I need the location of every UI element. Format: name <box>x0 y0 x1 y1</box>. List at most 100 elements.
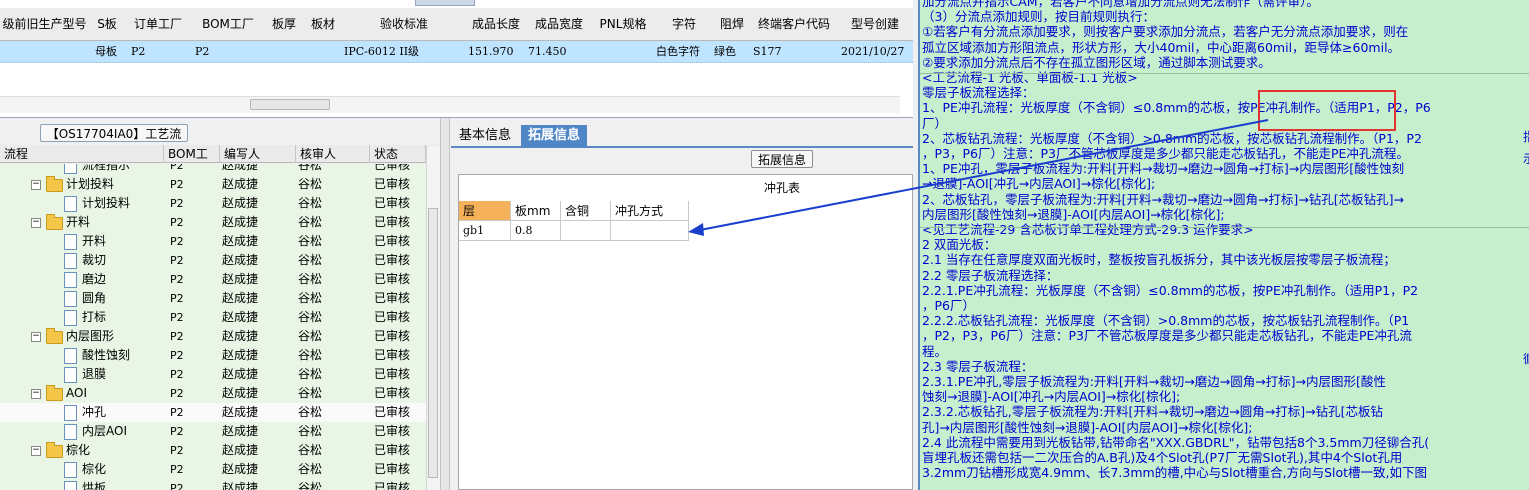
tree-cell-factory: P2 <box>170 254 184 267</box>
document-icon <box>64 253 77 269</box>
instruction-line: 蚀刻→退膜]-AOI[冲孔→内层AOI]→棕化[棕化]; <box>922 389 1181 405</box>
punch-header-method[interactable]: 冲孔方式 <box>611 201 689 221</box>
tree-cell-factory: P2 <box>170 463 184 476</box>
tree-row[interactable]: 开料 P2 赵成捷 谷松 已审核 <box>0 232 426 251</box>
tree-row[interactable]: 计划投料 P2 赵成捷 谷松 已审核 <box>0 194 426 213</box>
instruction-line: 2、芯板钻孔，零层子板流程为:开料[开料→裁切→磨边→圆角→打标]→钻孔[芯板钻… <box>922 191 1405 207</box>
tree-cell-writer: 赵成捷 <box>222 164 259 172</box>
tree-cell-writer: 赵成捷 <box>222 329 259 343</box>
tree-item-label: AOI <box>66 386 87 400</box>
grid-header-s-board[interactable]: S板 <box>89 8 126 41</box>
tree-cell-factory: P2 <box>170 387 184 400</box>
tree-cell-factory: P2 <box>170 292 184 305</box>
grid-horizontal-scrollbar[interactable] <box>0 96 900 113</box>
tree-item-label: 退膜 <box>82 367 107 381</box>
grid-header-pnl[interactable]: PNL规格 <box>591 8 656 41</box>
tab-basic-info[interactable]: 基本信息 <box>453 125 517 147</box>
tree-row[interactable]: − 计划投料 P2 赵成捷 谷松 已审核 <box>0 175 426 194</box>
expand-toggle-icon[interactable]: − <box>31 389 41 399</box>
panel-splitter[interactable] <box>440 118 450 490</box>
tree-cell-writer: 赵成捷 <box>222 272 259 286</box>
grid-header-customer-code[interactable]: 终端客户代码 <box>751 8 838 41</box>
grid-header-bom-factory[interactable]: BOM工厂 <box>191 8 266 41</box>
tree-header-reviewer[interactable]: 核审人 <box>296 145 370 163</box>
tree-row[interactable]: − 棕化 P2 赵成捷 谷松 已审核 <box>0 441 426 460</box>
punch-cell-layer[interactable]: gb1 <box>459 221 511 241</box>
tree-header-flow[interactable]: 流程 <box>0 145 164 163</box>
grid-header-order-factory[interactable]: 订单工厂 <box>125 8 192 41</box>
tree-row[interactable]: 烘板 P2 赵成捷 谷松 已审核 <box>0 479 426 490</box>
tree-row[interactable]: 酸性蚀刻 P2 赵成捷 谷松 已审核 <box>0 346 426 365</box>
instruction-line: ，P2，P3，P6厂）注意：P3厂不管芯板厚度是多少都只能走芯板钻孔，不能走PE… <box>922 328 1412 344</box>
tree-row[interactable]: 裁切 P2 赵成捷 谷松 已审核 <box>0 251 426 270</box>
expand-toggle-icon[interactable]: − <box>31 180 41 190</box>
tree-row[interactable]: − 内层图形 P2 赵成捷 谷松 已审核 <box>0 327 426 346</box>
grid-header-thickness[interactable]: 板厚 <box>265 8 304 41</box>
instruction-line: 2.2.2.芯板钻孔流程：光板厚度（不含铜）>0.8mm的芯板，按芯板钻孔流程制… <box>922 313 1410 329</box>
tree-item-label: 裁切 <box>82 253 107 267</box>
tree-header-bom-factory[interactable]: BOM工厂 <box>164 145 220 179</box>
instruction-line: 2.2.1.PE冲孔流程：光板厚度（不含铜）≤0.8mm的芯板，按PE冲孔制作。… <box>922 282 1419 298</box>
tree-row[interactable]: 内层AOI P2 赵成捷 谷松 已审核 <box>0 422 426 441</box>
tree-cell-reviewer: 谷松 <box>298 164 323 172</box>
tree-cell-factory: P2 <box>170 164 184 172</box>
tree-item-label: 内层AOI <box>82 424 127 438</box>
punch-cell-method[interactable] <box>611 221 689 241</box>
tree-header-status[interactable]: 状态 <box>370 145 426 163</box>
tree-cell-factory: P2 <box>170 311 184 324</box>
expand-toggle-icon[interactable]: − <box>31 332 41 342</box>
tree-header-writer[interactable]: 编写人 <box>220 145 296 163</box>
instruction-line: 2.2 零层子板流程选择： <box>922 267 1059 283</box>
tree-row[interactable]: 流程指示 P2 赵成捷 谷松 已审核 <box>0 164 426 175</box>
section-divider <box>920 227 1529 228</box>
instruction-line: ，P3，P6厂）注意：P3厂不管芯板厚度是多少都只能走芯板钻孔，不能走PE冲孔流… <box>922 146 1409 162</box>
process-instruction-panel[interactable]: 加分流点并指示CAM，若客户不同意增加分流点则无法制作（需评审）。 （3）分流点添… <box>918 0 1529 490</box>
punch-table-title: 冲孔表 <box>764 181 801 195</box>
tree-item-label: 圆角 <box>82 291 107 305</box>
grid-header-solder-mask[interactable]: 阻焊 <box>713 8 752 41</box>
punch-cell-board-mm[interactable]: 0.8 <box>511 221 561 241</box>
grid-scroll-thumb[interactable] <box>250 99 330 110</box>
instruction-line: 2 双面光板： <box>922 237 997 253</box>
edge-label: 指 <box>1523 128 1529 145</box>
grid-header-character[interactable]: 字符 <box>655 8 714 41</box>
expand-toggle-icon[interactable]: − <box>31 218 41 228</box>
expand-toggle-icon[interactable]: − <box>31 446 41 456</box>
document-icon <box>64 462 77 478</box>
instruction-line: 2.3.2.芯板钻孔,零层子板流程为:开料[开料→裁切→磨边→圆角→打标]→钻孔… <box>922 404 1383 420</box>
tree-scroll-thumb[interactable] <box>428 208 438 478</box>
cell-solder-mask: 绿色 <box>714 45 736 58</box>
tree-cell-factory: P2 <box>170 235 184 248</box>
tree-row[interactable]: − 开料 P2 赵成捷 谷松 已审核 <box>0 213 426 232</box>
tree-row[interactable]: 退膜 P2 赵成捷 谷松 已审核 <box>0 365 426 384</box>
grid-header-created[interactable]: 型号创建 <box>837 8 913 41</box>
punch-header-copper-mm[interactable]: 含铜mm <box>561 201 611 238</box>
tree-row[interactable]: − AOI P2 赵成捷 谷松 已审核 <box>0 384 426 403</box>
tree-cell-writer: 赵成捷 <box>222 310 259 324</box>
punch-header-layer[interactable]: 层 <box>459 201 511 221</box>
document-icon <box>64 291 77 307</box>
tree-row[interactable]: 冲孔 P2 赵成捷 谷松 已审核 <box>0 403 426 422</box>
punch-header-board-mm[interactable]: 板mm <box>511 201 561 221</box>
grid-header-old-model[interactable]: 级前旧生产型号 <box>0 8 90 41</box>
grid-header-length[interactable]: 成品长度 <box>465 8 528 41</box>
instruction-line: 盲埋孔板还需包括一二次压合的A.B孔)及4个Slot孔(P7厂无需Slot孔),… <box>922 450 1403 466</box>
grid-header-width[interactable]: 成品宽度 <box>527 8 592 41</box>
tab-extended-info[interactable]: 拓展信息 <box>521 125 587 147</box>
grid-splitter-handle[interactable] <box>415 0 475 6</box>
tree-row[interactable]: 圆角 P2 赵成捷 谷松 已审核 <box>0 289 426 308</box>
cell-order-factory: P2 <box>131 45 146 58</box>
punch-cell-copper-mm[interactable] <box>561 221 611 241</box>
tree-cell-factory: P2 <box>170 425 184 438</box>
section-divider <box>920 73 1529 74</box>
tree-cell-writer: 赵成捷 <box>222 253 259 267</box>
tree-row[interactable]: 棕化 P2 赵成捷 谷松 已审核 <box>0 460 426 479</box>
tree-item-label: 棕化 <box>66 443 91 457</box>
process-tree: 流程指示 P2 赵成捷 谷松 已审核 − 计划投料 P2 赵成捷 谷松 已审核 计划投料 P2 赵成捷 谷松… <box>0 164 426 490</box>
tree-row[interactable]: 磨边 P2 赵成捷 谷松 已审核 <box>0 270 426 289</box>
grid-header-acceptance[interactable]: 验收标准 <box>343 8 466 41</box>
punch-table-header: 层 板mm 含铜mm 冲孔方式 <box>459 201 689 238</box>
tree-item-label: 内层图形 <box>66 329 115 343</box>
tree-row[interactable]: 打标 P2 赵成捷 谷松 已审核 <box>0 308 426 327</box>
grid-header-material[interactable]: 板材 <box>303 8 344 41</box>
